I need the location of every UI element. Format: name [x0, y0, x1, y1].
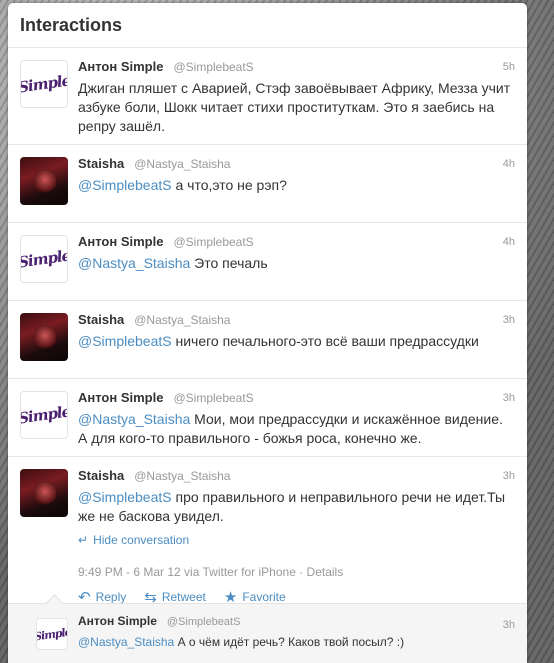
timestamp[interactable]: 4h — [503, 236, 515, 248]
avatar[interactable]: Simple — [20, 391, 68, 439]
panel-header: Interactions — [8, 3, 527, 48]
user-handle[interactable]: @Nastya_Staisha — [134, 157, 230, 171]
tweet-item[interactable]: Simple Антон Simple @SimplebeatS 4h @Nast… — [8, 223, 527, 301]
timestamp[interactable]: 4h — [503, 158, 515, 170]
tweet-text: @SimplebeatS ничего печального-это всё в… — [78, 333, 479, 349]
avatar[interactable] — [20, 157, 68, 205]
user-name[interactable]: Антон Simple — [78, 59, 163, 74]
tweet-item[interactable]: Staisha @Nastya_Staisha 4h @SimplebeatS а… — [8, 145, 527, 223]
timestamp[interactable]: 3h — [503, 619, 515, 631]
mention-link[interactable]: @SimplebeatS — [78, 489, 172, 505]
timestamp[interactable]: 3h — [503, 392, 515, 404]
tweet-item[interactable]: Staisha @Nastya_Staisha 3h @SimplebeatS н… — [8, 301, 527, 379]
timestamp[interactable]: 3h — [503, 314, 515, 326]
user-name[interactable]: Staisha — [78, 156, 124, 171]
tweet-details[interactable]: 9:49 PM - 6 Mar 12 via Twitter for iPhon… — [78, 565, 515, 579]
user-name[interactable]: Антон Simple — [78, 390, 163, 405]
interactions-panel: Interactions Simple Антон Simple @Simpleb… — [8, 3, 527, 663]
tweet-item[interactable]: Simple Антон Simple @SimplebeatS 3h @Nast… — [8, 379, 527, 457]
user-handle[interactable]: @SimplebeatS — [173, 235, 253, 249]
tweet-text: @SimplebeatS а что,это не рэп? — [78, 177, 287, 193]
tweet-text: @Nastya_Staisha А о чём идёт речь? Каков… — [78, 635, 405, 649]
timestamp[interactable]: 5h — [503, 61, 515, 73]
mention-link[interactable]: @Nastya_Staisha — [78, 411, 190, 427]
tweet-item[interactable]: Simple Антон Simple @SimplebeatS 5h Джига… — [8, 48, 527, 145]
avatar[interactable]: Simple — [20, 60, 68, 108]
user-name[interactable]: Staisha — [78, 468, 124, 483]
user-handle[interactable]: @SimplebeatS — [167, 616, 241, 628]
tweet-text: Джиган пляшет с Аварией, Стэф завоёвывае… — [78, 80, 511, 134]
hide-conversation-link[interactable]: ↵ Hide conversation — [78, 533, 515, 547]
mention-link[interactable]: @SimplebeatS — [78, 177, 172, 193]
avatar[interactable]: Simple — [20, 235, 68, 283]
tweet-text: @SimplebeatS про правильного и неправиль… — [78, 489, 506, 524]
timestamp[interactable]: 3h — [503, 470, 515, 482]
mention-link[interactable]: @Nastya_Staisha — [78, 635, 174, 649]
user-name[interactable]: Антон Simple — [78, 614, 157, 628]
user-handle[interactable]: @Nastya_Staisha — [134, 313, 230, 327]
arrow-left-icon: ↵ — [78, 533, 89, 547]
mention-link[interactable]: @SimplebeatS — [78, 333, 172, 349]
avatar[interactable]: Simple — [36, 618, 68, 650]
avatar[interactable] — [20, 313, 68, 361]
page-title: Interactions — [20, 14, 123, 35]
user-handle[interactable]: @SimplebeatS — [173, 60, 253, 74]
user-name[interactable]: Staisha — [78, 312, 124, 327]
mention-link[interactable]: @Nastya_Staisha — [78, 255, 190, 271]
user-handle[interactable]: @Nastya_Staisha — [134, 469, 230, 483]
user-name[interactable]: Антон Simple — [78, 234, 163, 249]
tweet-text: @Nastya_Staisha Мои, мои предрассудки и … — [78, 411, 503, 446]
reply-tweet[interactable]: Simple Антон Simple @SimplebeatS 3h @Nast… — [8, 594, 527, 663]
user-handle[interactable]: @SimplebeatS — [173, 391, 253, 405]
tweet-item-expanded[interactable]: Staisha @Nastya_Staisha 3h @SimplebeatS п… — [8, 457, 527, 606]
tweet-text: @Nastya_Staisha Это печаль — [78, 255, 268, 271]
avatar[interactable] — [20, 469, 68, 517]
